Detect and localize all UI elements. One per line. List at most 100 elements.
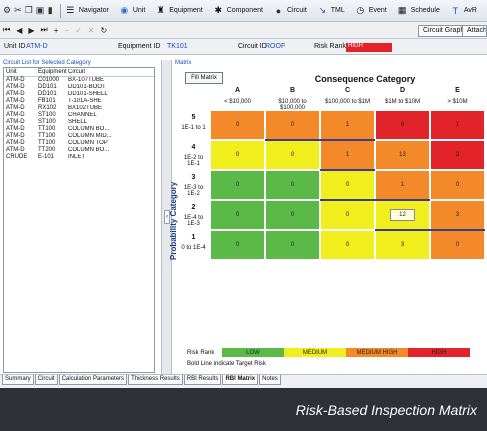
list-item[interactable]: ATM-D TT100 COLUMN MID... [4,133,154,140]
circuit-button[interactable]: ● Circuit [273,5,307,16]
confirm-icon[interactable]: ✓ [75,26,82,35]
tab-calculation-parameters[interactable]: Calculation Parameters [58,375,128,385]
tab-circuit[interactable]: Circuit [34,375,58,385]
add-record-icon[interactable]: + [54,26,59,35]
equipment-id-value[interactable]: TK101 [167,43,188,50]
matrix-cell[interactable]: 13 [375,140,430,170]
target-risk-line [320,169,375,171]
matrix-cell[interactable]: 0 [210,140,265,170]
paste-icon[interactable]: ▣ [36,5,45,16]
matrix-cell[interactable]: 0 [265,140,320,170]
component-button[interactable]: ✱ Component [213,5,262,16]
delete-icon[interactable]: ▮ [47,5,53,16]
tab-summary[interactable]: Summary [2,375,34,385]
matrix-cell[interactable]: 0 [265,200,320,230]
matrix-cell[interactable]: 1 [320,110,375,140]
last-record-icon[interactable]: ⏭ [41,25,48,35]
matrix-cell[interactable]: 0 [265,110,320,140]
tml-button[interactable]: ↘ TML [317,5,345,16]
list-item[interactable]: ATM-D C01000 BX-107TUBE [4,77,154,84]
matrix-cell[interactable]: 3 [430,140,485,170]
list-cell: E-101 [38,154,55,160]
matrix-cell[interactable]: 3 [430,200,485,230]
circuit-column-header[interactable]: Circuit [68,69,128,76]
cell-count: 1 [400,182,405,188]
cell-count: 0 [290,212,295,218]
cell-count: 0 [290,182,295,188]
matrix-cell[interactable]: 0 [320,200,375,230]
list-cell: TT100 [38,126,56,132]
tab-rbi-matrix[interactable]: RBI Matrix [222,375,259,385]
unit-id-value[interactable]: ATM-D [26,43,48,50]
column-letter: D [399,87,406,94]
refresh-icon[interactable]: ↻ [100,26,107,35]
matrix-cell[interactable]: 0 [430,230,485,260]
next-record-icon[interactable]: ▶ [28,26,34,35]
cell-count: 1 [455,122,460,128]
list-item[interactable]: ATM-D DD101 DD101-SHELL [4,91,154,98]
list-item[interactable]: ATM-D TT100 COLUMN BO... [4,126,154,133]
navigator-button[interactable]: ☰ Navigator [65,5,109,16]
list-cell: CRUDE [6,154,28,160]
matrix-cell[interactable]: 0 [265,170,320,200]
row-number: 2 [191,204,196,211]
event-button[interactable]: ◷ Event [355,5,386,16]
matrix-cell[interactable]: 1 [375,170,430,200]
tab-thickness-results[interactable]: Thickness Results [128,375,183,385]
equipment-column-header[interactable]: Equipment [38,69,68,76]
avr-button[interactable]: T AvR [450,5,477,16]
matrix-cell[interactable]: 0 [210,110,265,140]
list-cell: CHANNEL [68,112,97,118]
matrix-cell[interactable]: 0 [265,230,320,260]
list-cell: ATM-D [6,147,25,153]
fill-matrix-button[interactable]: Fill Matrix [185,72,223,84]
list-item[interactable]: ATM-D TT200 COLUMN BO... [4,147,154,154]
remove-record-icon[interactable]: − [64,26,69,35]
matrix-cell[interactable]: 0 [320,170,375,200]
cell-count: 0 [345,212,350,218]
circuit-list[interactable]: Unit Equipment Circuit ATM-D C01000 BX-107… [3,67,155,373]
equipment-label: Equipment [169,7,203,14]
cut-icon[interactable]: ✂ [14,5,22,16]
list-item[interactable]: ATM-D DD101 DD101-BOOT [4,84,154,91]
list-cell: ST100 [38,119,56,125]
copy-icon[interactable]: ❐ [25,5,33,16]
unit-button[interactable]: ◉ Unit [119,5,145,16]
unit-column-header[interactable]: Unit [6,69,38,76]
matrix-cell[interactable]: 6 [375,110,430,140]
matrix-cell[interactable]: 12 [375,200,430,230]
column-letter: B [289,87,296,94]
matrix-cell[interactable]: 0 [210,170,265,200]
circuit-id-label: Circuit ID [238,43,267,50]
matrix-cell[interactable]: 3 [375,230,430,260]
list-item[interactable]: ATM-D ST100 SHELL [4,119,154,126]
circuit-id-value[interactable]: ROOF [265,43,285,50]
tab-rbi-results[interactable]: RBI Results [183,375,222,385]
equipment-button[interactable]: ♜ Equipment [155,5,203,16]
gear-icon[interactable]: ⚙ [3,5,11,16]
list-item[interactable]: ATM-D RX102 BX102TUBE [4,105,154,112]
list-cell: ATM-D [6,133,25,139]
list-item[interactable]: ATM-D ST100 CHANNEL [4,112,154,119]
matrix-cell[interactable]: 1 [430,110,485,140]
matrix-cell[interactable]: 0 [210,200,265,230]
cell-count: 0 [455,182,460,188]
list-item[interactable]: ATM-D TT100 COLUMN TOP [4,140,154,147]
tab-notes[interactable]: Notes [259,375,281,385]
matrix-cell[interactable]: 0 [320,230,375,260]
list-item[interactable]: ATM-D FB101 T-101A-SHE [4,98,154,105]
cancel-icon[interactable]: ✕ [88,26,95,35]
matrix-cell[interactable]: 0 [210,230,265,260]
matrix-cell[interactable]: 1 [320,140,375,170]
first-record-icon[interactable]: ⏮ [3,25,10,35]
list-item[interactable]: CRUDE E-101 INLET [4,154,154,161]
equipment-id-label: Equipment ID [118,43,161,50]
cell-count: 3 [455,152,460,158]
schedule-button[interactable]: ▦ Schedule [397,5,440,16]
consequence-column-header: C $100,000 to $1M [320,87,375,105]
risk-rank-legend-item: HIGH [408,348,470,357]
component-icon: ✱ [214,5,222,15]
previous-record-icon[interactable]: ◀ [16,26,22,35]
attach-button[interactable]: Attach [462,25,487,37]
matrix-cell[interactable]: 0 [430,170,485,200]
